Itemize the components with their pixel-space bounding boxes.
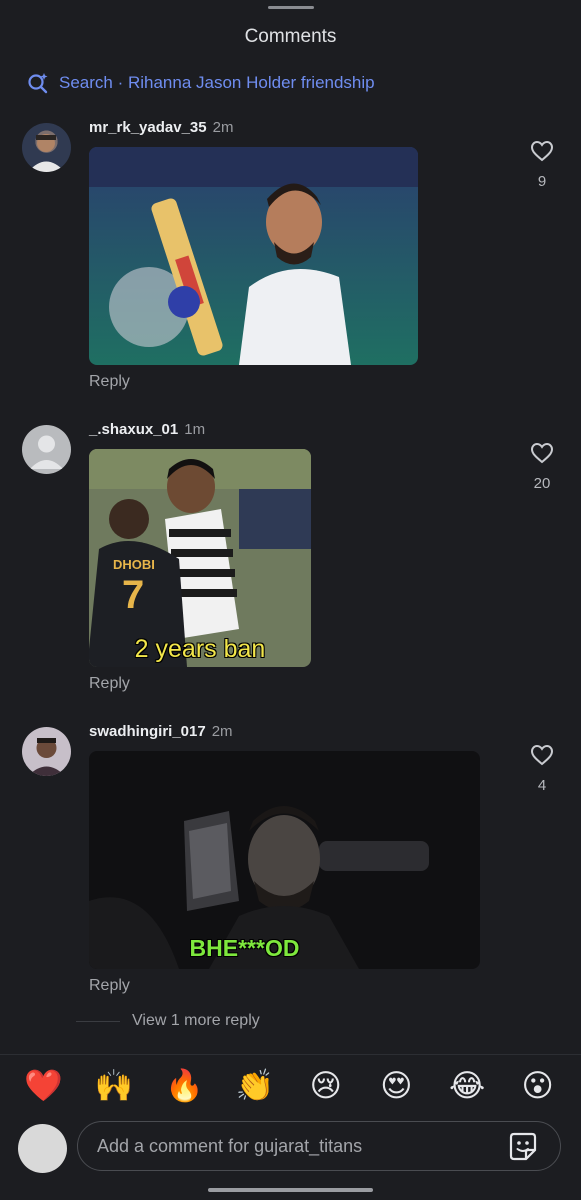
jersey-name: DHOBI	[113, 557, 155, 572]
comment-header: mr_rk_yadav_35 2m	[89, 119, 233, 136]
comment-header: _.shaxux_01 1m	[89, 421, 205, 438]
drag-handle[interactable]	[268, 6, 314, 9]
comment-input[interactable]	[77, 1121, 561, 1171]
emoji-clapping[interactable]: 👏	[230, 1066, 280, 1106]
emoji-heart-eyes[interactable]: 😍	[371, 1066, 421, 1106]
reply-button[interactable]: Reply	[89, 977, 130, 995]
search-suggestion-text: Search · Rihanna Jason Holder friendship	[59, 73, 375, 92]
emoji-surprised[interactable]: 😮	[513, 1066, 563, 1106]
avatar-default[interactable]	[22, 425, 71, 474]
view-more-replies[interactable]: View 1 more reply	[76, 1012, 260, 1030]
reply-button[interactable]: Reply	[89, 373, 130, 391]
like-control: 20	[526, 442, 558, 492]
like-control: 4	[526, 744, 558, 794]
heart-icon[interactable]	[530, 140, 554, 162]
divider	[0, 1054, 581, 1055]
avatar[interactable]	[22, 123, 71, 172]
heart-icon[interactable]	[530, 442, 554, 464]
like-control: 9	[526, 140, 558, 190]
quick-emoji-bar: ❤️ 🙌 🔥 👏 😢 😍 😂 😮	[0, 1066, 581, 1106]
comment-header: swadhingiri_017 2m	[89, 723, 233, 740]
emoji-crying[interactable]: 😢	[301, 1066, 351, 1106]
username[interactable]: swadhingiri_017	[89, 723, 206, 740]
current-user-avatar	[18, 1124, 67, 1173]
home-indicator[interactable]	[208, 1188, 373, 1192]
username[interactable]: _.shaxux_01	[89, 421, 178, 438]
comment-gif[interactable]	[89, 147, 418, 365]
comment-gif[interactable]: BHE***OD	[89, 751, 480, 969]
search-sparkle-icon	[28, 73, 48, 94]
gif-caption: 2 years ban	[134, 635, 266, 663]
comment-gif[interactable]: DHOBI 7 2 years ban	[89, 449, 311, 667]
reply-button[interactable]: Reply	[89, 675, 130, 693]
timestamp: 1m	[184, 421, 206, 438]
emoji-raised-hands[interactable]: 🙌	[89, 1066, 139, 1106]
view-more-label: View 1 more reply	[132, 1012, 260, 1029]
like-count: 20	[533, 475, 551, 492]
sticker-icon[interactable]	[506, 1130, 540, 1164]
search-suggestion[interactable]: Search · Rihanna Jason Holder friendship	[27, 72, 375, 94]
username[interactable]: mr_rk_yadav_35	[89, 119, 207, 136]
like-count: 4	[537, 777, 547, 794]
timestamp: 2m	[212, 119, 234, 136]
thread-divider	[76, 1020, 120, 1022]
emoji-heart[interactable]: ❤️	[18, 1066, 68, 1106]
avatar[interactable]	[22, 727, 71, 776]
emoji-laughing[interactable]: 😂	[442, 1066, 492, 1106]
heart-icon[interactable]	[530, 744, 554, 766]
timestamp: 2m	[211, 723, 233, 740]
sheet-title: Comments	[244, 26, 337, 47]
gif-caption: BHE***OD	[189, 935, 300, 961]
like-count: 9	[537, 173, 547, 190]
jersey-number: 7	[122, 573, 145, 617]
emoji-fire[interactable]: 🔥	[160, 1066, 210, 1106]
